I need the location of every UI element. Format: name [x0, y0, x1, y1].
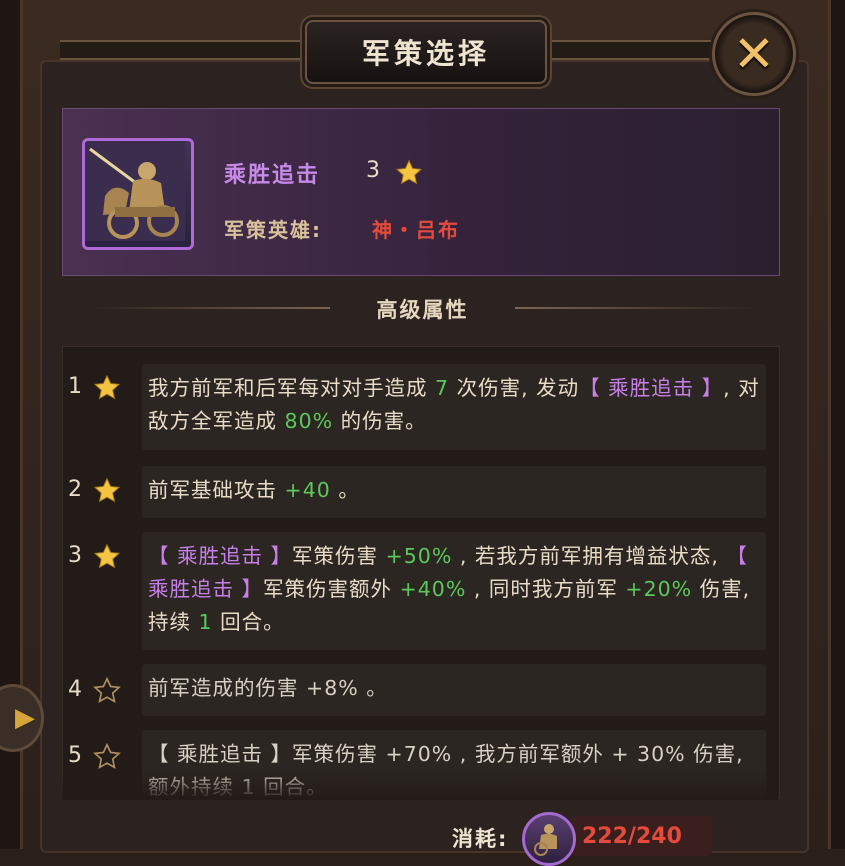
attr-number: 3: [68, 543, 82, 568]
chariot-warrior-icon: [85, 141, 185, 241]
close-button[interactable]: ✕: [712, 12, 796, 96]
attr-number: 5: [68, 743, 82, 768]
arrow-right-icon: ▶: [15, 703, 35, 733]
star-outline-icon: [93, 743, 121, 769]
cost-resource-icon: [522, 812, 576, 866]
title-ornament-left: [60, 40, 310, 60]
title-plate: 军策选择: [305, 20, 547, 84]
star-filled-icon: [93, 374, 121, 400]
attr-description: 【 乘胜追击 】军策伤害 +50% , 若我方前军拥有增益状态, 【 乘胜追击 …: [142, 532, 766, 650]
attr-description: 前军基础攻击 +40 。: [142, 466, 766, 518]
section-header: 高级属性: [90, 290, 755, 326]
star-outline-icon: [93, 677, 121, 703]
attr-description: 我方前军和后军每对对手造成 7 次伤害, 发动【 乘胜追击 】, 对敌方全军造成…: [142, 364, 766, 450]
star-filled-icon: [93, 543, 121, 569]
skill-portrait: [82, 138, 194, 250]
cost-value: 222/240: [582, 824, 682, 849]
attr-number: 4: [68, 677, 82, 702]
attr-number: 1: [68, 374, 82, 399]
attr-number: 2: [68, 477, 82, 502]
scroll-fade: [62, 770, 778, 800]
dialog-title: 军策选择: [361, 37, 490, 70]
close-icon: ✕: [733, 25, 775, 83]
skill-level: 3: [366, 158, 380, 183]
star-icon: [395, 159, 423, 185]
hero-name: 神・吕布: [372, 218, 460, 242]
skill-name: 乘胜追击: [224, 163, 321, 188]
attr-description: 前军造成的伤害 +8% 。: [142, 664, 766, 716]
star-filled-icon: [93, 477, 121, 503]
section-title: 高级属性: [376, 298, 469, 322]
hero-label: 军策英雄:: [224, 218, 322, 242]
